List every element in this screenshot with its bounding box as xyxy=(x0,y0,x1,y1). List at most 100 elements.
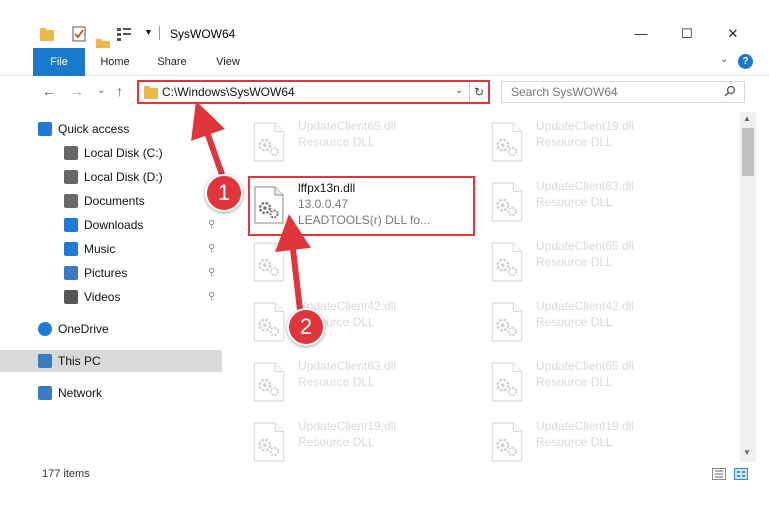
dll-file-icon xyxy=(254,186,284,224)
sidebar-item-label: Videos xyxy=(84,290,121,304)
back-button[interactable]: ← xyxy=(42,83,56,99)
folder-icon[interactable] xyxy=(40,28,54,41)
search-box[interactable]: Search SysWOW64 xyxy=(501,81,745,103)
step-1-badge: 1 xyxy=(205,174,243,212)
address-bar[interactable]: C:\Windows\SysWOW64 ⌄ ↻ xyxy=(137,80,490,104)
dll-file-icon xyxy=(253,242,285,282)
sidebar-item-onedrive[interactable]: OneDrive xyxy=(0,318,222,340)
ribbon: File Home Share View ⌄ ? xyxy=(0,48,769,76)
file-name: UpdateClient65.dll xyxy=(536,239,635,253)
dll-file-icon xyxy=(253,302,285,342)
minimize-button[interactable]: — xyxy=(618,20,664,48)
sidebar-item-label: Local Disk (C:) xyxy=(84,146,163,160)
file-item[interactable]: UpdateClient42.dll Resource DLL xyxy=(230,294,460,350)
file-item[interactable]: UpdateClient65.dll Resource DLL xyxy=(468,234,698,290)
tab-home[interactable]: Home xyxy=(92,48,138,76)
file-type: Resource DLL xyxy=(298,135,375,149)
close-button[interactable]: ✕ xyxy=(710,20,756,48)
file-type: Resource DLL xyxy=(536,195,613,209)
dll-file-icon xyxy=(253,422,285,462)
tab-file[interactable]: File xyxy=(33,48,85,76)
expand-ribbon-icon[interactable]: ⌄ xyxy=(720,54,728,65)
file-item[interactable] xyxy=(230,234,460,290)
sidebar-item-downloads[interactable]: Downloads ⚲ xyxy=(0,214,222,236)
sidebar-item-videos[interactable]: Videos ⚲ xyxy=(0,286,222,308)
vertical-scrollbar[interactable]: ▲ ▼ xyxy=(740,112,756,462)
title-bar: ▼ SysWOW64 — ☐ ✕ xyxy=(0,0,769,52)
sidebar-item-pictures[interactable]: Pictures ⚲ xyxy=(0,262,222,284)
tab-view[interactable]: View xyxy=(206,48,250,76)
computer-icon xyxy=(38,354,52,368)
step-2-badge: 2 xyxy=(287,308,325,346)
sidebar-item-label: Quick access xyxy=(58,122,130,136)
navigation-pane: Quick access Local Disk (C:) Local Disk (D… xyxy=(0,112,224,462)
file-name: UpdateClient42.dll xyxy=(536,299,635,313)
recent-locations-button[interactable]: ⌄ xyxy=(97,85,105,96)
file-name: UpdateClient65.dll xyxy=(536,359,635,373)
sidebar-item-local-disk-d[interactable]: Local Disk (D:) xyxy=(0,166,222,188)
scroll-thumb[interactable] xyxy=(742,128,754,176)
pin-icon: ⚲ xyxy=(208,243,216,254)
drive-icon xyxy=(64,146,78,160)
dll-file-icon xyxy=(491,182,523,222)
search-input[interactable]: Search SysWOW64 xyxy=(511,85,618,99)
music-icon xyxy=(64,242,78,256)
sidebar-item-documents[interactable]: Documents⚲ xyxy=(0,190,222,212)
help-button[interactable]: ? xyxy=(738,54,753,69)
star-icon xyxy=(38,122,52,136)
scroll-up-icon[interactable]: ▲ xyxy=(743,114,751,123)
address-dropdown-icon[interactable]: ⌄ xyxy=(455,85,463,96)
customize-view-icon[interactable] xyxy=(116,27,132,41)
file-type: Resource DLL xyxy=(536,315,613,329)
sidebar-item-label: Pictures xyxy=(84,266,128,280)
drive-icon xyxy=(64,170,78,184)
window-title: SysWOW64 xyxy=(170,27,236,41)
file-name: lffpx13n.dll xyxy=(298,181,356,195)
search-icon[interactable] xyxy=(724,85,736,97)
sidebar-item-label: OneDrive xyxy=(58,322,109,336)
dll-file-icon xyxy=(491,422,523,462)
sidebar-item-local-disk-c[interactable]: Local Disk (C:) xyxy=(0,142,222,164)
download-icon xyxy=(64,218,78,232)
videos-icon xyxy=(64,290,78,304)
file-type: Resource DLL xyxy=(298,375,375,389)
file-name: UpdateClient19.dll xyxy=(298,419,397,433)
pin-icon: ⚲ xyxy=(208,219,216,230)
sidebar-item-this-pc[interactable]: This PC xyxy=(0,350,222,372)
properties-icon[interactable] xyxy=(72,26,86,42)
address-path[interactable]: C:\Windows\SysWOW64 xyxy=(162,85,295,99)
customize-toolbar-chevron-icon[interactable]: ▼ xyxy=(144,27,153,37)
file-item[interactable]: UpdateClient19.dll Resource DLL xyxy=(468,114,698,170)
pin-icon: ⚲ xyxy=(208,267,216,278)
file-item[interactable]: UpdateClient42.dll Resource DLL xyxy=(468,294,698,350)
sidebar-item-label: Local Disk (D:) xyxy=(84,170,163,184)
file-item[interactable]: UpdateClient65.dll Resource DLL xyxy=(468,354,698,410)
large-icons-view-icon[interactable] xyxy=(734,468,748,480)
pin-icon: ⚲ xyxy=(208,291,216,302)
dll-file-icon xyxy=(491,362,523,402)
title-separator xyxy=(159,26,160,40)
sidebar-item-network[interactable]: Network xyxy=(0,382,222,404)
file-item[interactable]: UpdateClient63.dll Resource DLL xyxy=(468,174,698,230)
file-type: Resource DLL xyxy=(536,255,613,269)
file-item[interactable]: UpdateClient63.dll Resource DLL xyxy=(230,354,460,410)
file-type: Resource DLL xyxy=(298,435,375,449)
dll-file-icon xyxy=(491,122,523,162)
refresh-button[interactable]: ↻ xyxy=(469,82,488,102)
scroll-down-icon[interactable]: ▼ xyxy=(743,448,751,457)
dll-file-icon xyxy=(491,302,523,342)
folder-icon xyxy=(144,86,158,99)
details-view-icon[interactable] xyxy=(712,468,726,480)
pictures-icon xyxy=(64,266,78,280)
network-icon xyxy=(38,386,52,400)
maximize-button[interactable]: ☐ xyxy=(664,20,710,48)
highlighted-file[interactable]: lffpx13n.dll 13.0.0.47 LEADTOOLS(r) DLL … xyxy=(248,176,475,236)
file-item[interactable]: UpdateClient65.dll Resource DLL xyxy=(230,114,460,170)
forward-button[interactable]: → xyxy=(70,83,84,99)
file-name: UpdateClient19.dll xyxy=(536,419,635,433)
sidebar-item-music[interactable]: Music ⚲ xyxy=(0,238,222,260)
tab-share[interactable]: Share xyxy=(148,48,196,76)
sidebar-item-label: Music xyxy=(84,242,116,256)
up-button[interactable]: ↑ xyxy=(116,83,123,99)
sidebar-item-quick-access[interactable]: Quick access xyxy=(0,118,222,140)
